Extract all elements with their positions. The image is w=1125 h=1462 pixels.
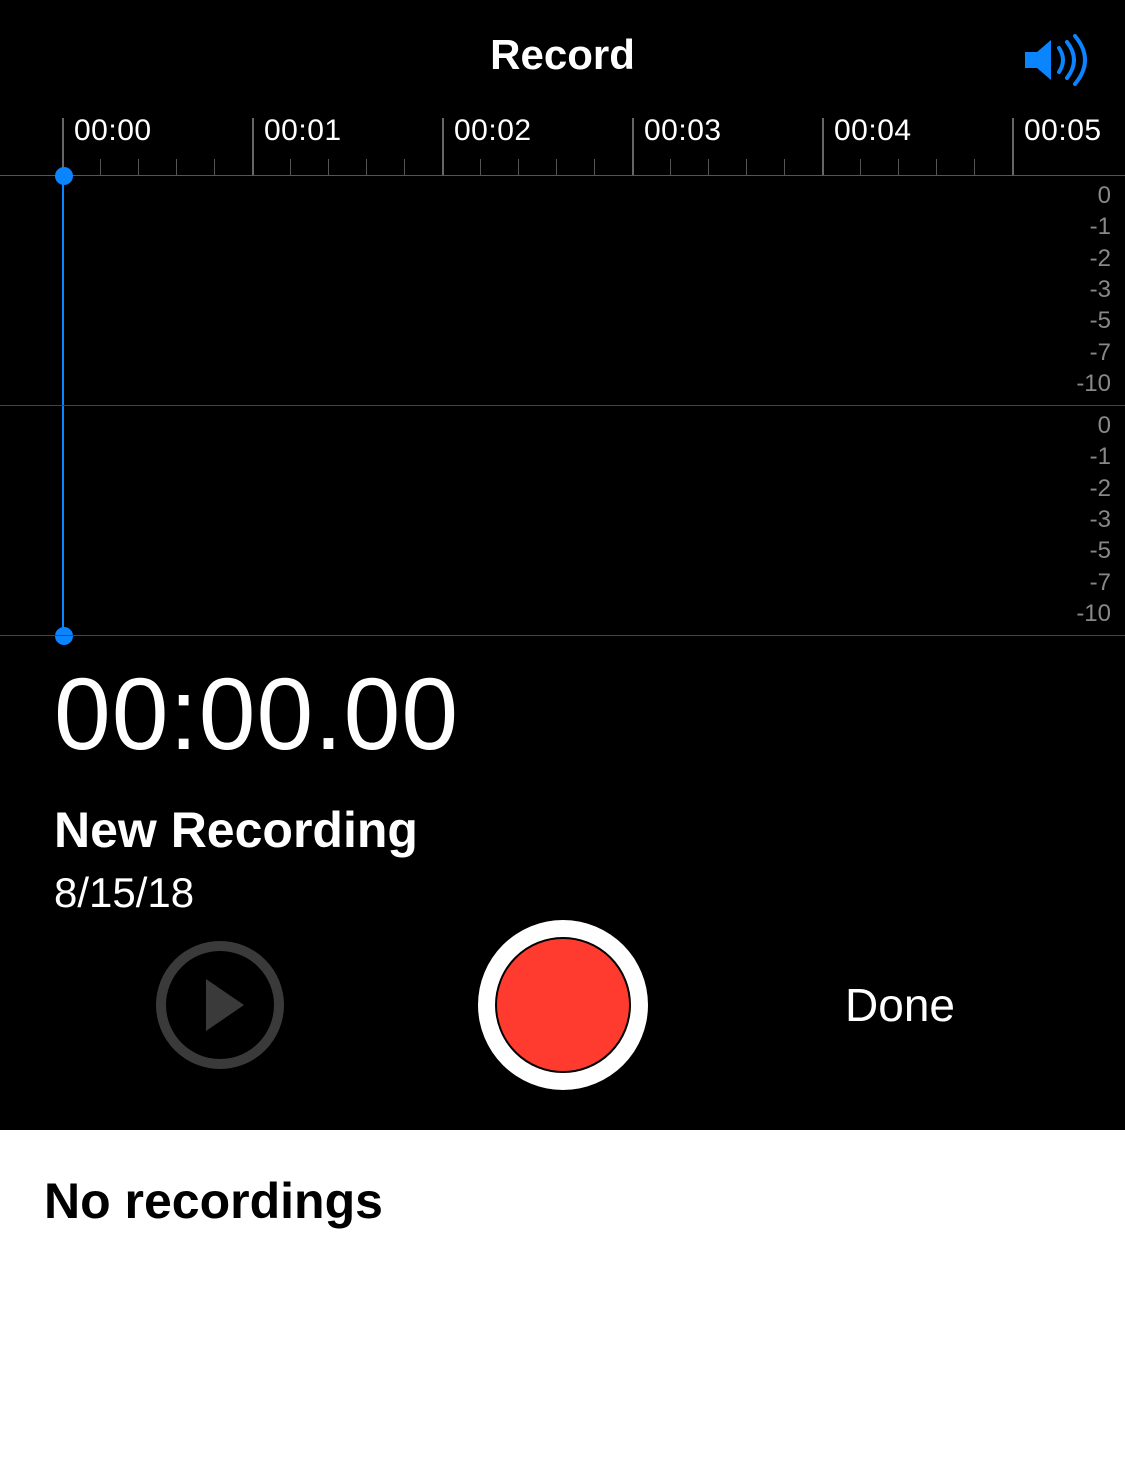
ruler-tick-major bbox=[1012, 118, 1014, 175]
ruler-tick-minor bbox=[404, 159, 405, 175]
recording-date: 8/15/18 bbox=[54, 869, 1071, 917]
ruler-tick-minor bbox=[936, 159, 937, 175]
ruler-tick-minor bbox=[556, 159, 557, 175]
ruler-tick-minor bbox=[974, 159, 975, 175]
recording-name: New Recording bbox=[54, 801, 1071, 859]
db-value: 0 bbox=[1098, 412, 1111, 441]
header-bar: Record bbox=[0, 0, 1125, 110]
ruler-tick-minor bbox=[328, 159, 329, 175]
ruler-tick-minor bbox=[898, 159, 899, 175]
controls: Done bbox=[0, 920, 1125, 1090]
db-value: -10 bbox=[1076, 370, 1111, 399]
ruler-tick-minor bbox=[366, 159, 367, 175]
ruler-tick-label: 00:04 bbox=[834, 114, 912, 148]
db-value: -10 bbox=[1076, 600, 1111, 629]
db-value: 0 bbox=[1098, 182, 1111, 211]
db-value: -3 bbox=[1090, 506, 1111, 535]
recording-info: 00:00.00 New Recording 8/15/18 bbox=[0, 636, 1125, 917]
play-icon bbox=[206, 979, 244, 1031]
waveform-left-channel: 0-1 -2-3-5 -7-10 bbox=[0, 176, 1125, 406]
db-value: -7 bbox=[1090, 569, 1111, 598]
ruler-tick-major bbox=[632, 118, 634, 175]
record-icon bbox=[495, 937, 631, 1073]
db-value: -1 bbox=[1090, 443, 1111, 472]
time-ruler[interactable]: 00:00 00:01 00:02 00:03 00:04 00:05 bbox=[0, 110, 1125, 176]
db-value: -3 bbox=[1090, 276, 1111, 305]
ruler-tick-minor bbox=[860, 159, 861, 175]
db-scale-bottom: -10-7-5-3-2-10 bbox=[1076, 412, 1111, 629]
db-value: -5 bbox=[1090, 537, 1111, 566]
db-value: -2 bbox=[1090, 475, 1111, 504]
ruler-tick-major bbox=[252, 118, 254, 175]
ruler-tick-minor bbox=[214, 159, 215, 175]
ruler-tick-minor bbox=[784, 159, 785, 175]
recordings-list-panel: No recordings bbox=[0, 1130, 1125, 1462]
ruler-tick-minor bbox=[594, 159, 595, 175]
record-button[interactable] bbox=[478, 920, 648, 1090]
ruler-tick-label: 00:00 bbox=[74, 114, 152, 148]
waveform-right-channel: -10-7-5-3-2-10 bbox=[0, 406, 1125, 636]
ruler-tick-minor bbox=[670, 159, 671, 175]
ruler-tick-minor bbox=[746, 159, 747, 175]
db-value: -1 bbox=[1090, 213, 1111, 242]
empty-state-label: No recordings bbox=[0, 1130, 1125, 1272]
ruler-tick-minor bbox=[708, 159, 709, 175]
ruler-tick-minor bbox=[176, 159, 177, 175]
ruler-tick-major bbox=[442, 118, 444, 175]
ruler-tick-minor bbox=[290, 159, 291, 175]
db-value: -7 bbox=[1090, 339, 1111, 368]
ruler-tick-label: 00:03 bbox=[644, 114, 722, 148]
db-value: -5 bbox=[1090, 307, 1111, 336]
ruler-tick-minor bbox=[518, 159, 519, 175]
ruler-tick-label: 00:01 bbox=[264, 114, 342, 148]
ruler-tick-major bbox=[822, 118, 824, 175]
ruler-tick-minor bbox=[480, 159, 481, 175]
play-button[interactable] bbox=[156, 941, 284, 1069]
ruler-tick-label: 00:02 bbox=[454, 114, 532, 148]
volume-icon[interactable] bbox=[1021, 34, 1091, 86]
ruler-tick-minor bbox=[100, 159, 101, 175]
done-button[interactable]: Done bbox=[845, 978, 955, 1032]
page-title: Record bbox=[490, 31, 635, 79]
waveform-area[interactable]: 0-1-2-3-5-7-10 -10-7-5-3-2-10 bbox=[0, 176, 1125, 636]
db-value: -2 bbox=[1090, 245, 1111, 274]
ruler-tick-label: 00:05 bbox=[1024, 114, 1102, 148]
db-scale-top: 0-1 -2-3-5 -7-10 bbox=[1076, 182, 1111, 399]
elapsed-time: 00:00.00 bbox=[54, 656, 1071, 773]
ruler-tick-minor bbox=[138, 159, 139, 175]
